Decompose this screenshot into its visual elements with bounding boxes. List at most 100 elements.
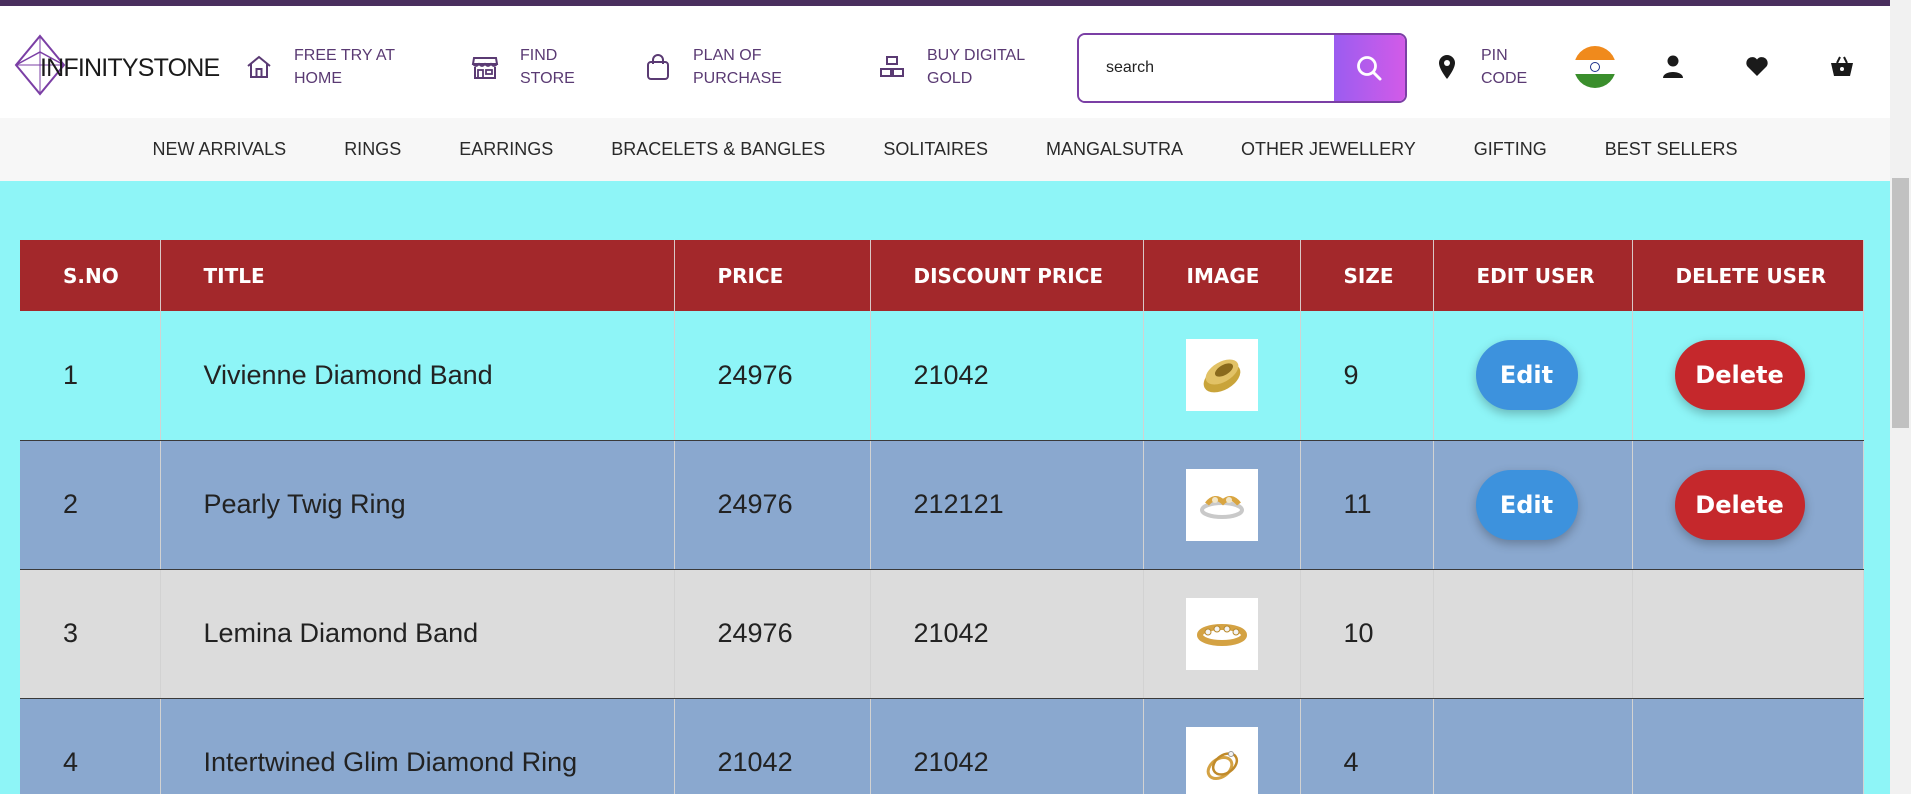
nav-new-arrivals[interactable]: NEW ARRIVALS [152,139,286,160]
table-header-row: S.NO TITLE PRICE DISCOUNT PRICE IMAGE SI… [20,240,1864,311]
find-store-link[interactable]: FIND STORE [470,44,575,90]
account-button[interactable] [1660,53,1686,84]
table-row: 3 Lemina Diamond Band 24976 21042 10 [20,569,1864,699]
store-icon [471,57,499,79]
cell-image [1143,311,1301,441]
cell-edit: Edit [1433,440,1633,570]
search-button[interactable] [1333,35,1405,101]
cell-size: 4 [1300,698,1434,794]
col-price: PRICE [674,240,871,311]
basket-icon [1831,56,1853,76]
cell-discount: 21042 [870,698,1144,794]
pin-line2: CODE [1481,70,1528,87]
table-row: 4 Intertwined Glim Diamond Ring 21042 21… [20,698,1864,794]
cell-price: 24976 [674,311,871,441]
cell-delete: Delete [1632,440,1864,570]
nav-bracelets-bangles[interactable]: BRACELETS & BANGLES [611,139,825,160]
shopping-bag-icon [647,54,669,80]
cell-title: Intertwined Glim Diamond Ring [160,698,675,794]
buy-digital-gold-link[interactable]: BUY DIGITAL GOLD [877,44,1025,90]
heart-icon [1746,57,1768,76]
cell-title: Lemina Diamond Band [160,569,675,699]
product-thumbnail [1185,597,1258,670]
nav-other-jewellery[interactable]: OTHER JEWELLERY [1241,139,1416,160]
cell-delete-empty [1632,569,1864,699]
cell-image [1143,569,1301,699]
pin-code-link[interactable]: PIN CODE [1435,44,1527,90]
cell-edit-empty [1433,569,1633,699]
cell-image [1143,698,1301,794]
product-thumbnail [1185,726,1258,794]
search-input[interactable] [1079,35,1334,101]
nav-gifting[interactable]: GIFTING [1474,139,1547,160]
cell-edit: Edit [1433,311,1633,441]
page-scrollbar[interactable] [1890,0,1911,794]
gold-line1: BUY DIGITAL [927,47,1026,64]
cell-discount: 212121 [870,440,1144,570]
user-icon [1663,55,1683,78]
nav-mangalsutra[interactable]: MANGALSUTRA [1046,139,1183,160]
home-icon [247,55,271,78]
location-pin-icon [1439,55,1455,79]
free-try-line1: FREE TRY AT [294,47,396,64]
cell-sno: 4 [20,698,161,794]
cell-size: 11 [1300,440,1434,570]
india-flag-icon[interactable] [1574,46,1616,88]
cell-discount: 21042 [870,569,1144,699]
table-row: 1 Vivienne Diamond Band 24976 21042 9 Ed… [20,311,1864,441]
free-try-line2: HOME [294,70,342,87]
cell-delete: Delete [1632,311,1864,441]
intertwined-ring-icon [1206,750,1238,780]
edit-button[interactable]: Edit [1475,340,1578,411]
gold-bars-icon [880,56,904,77]
products-table-container: S.NO TITLE PRICE DISCOUNT PRICE IMAGE SI… [20,240,1864,794]
cart-button[interactable] [1829,53,1855,84]
edit-button[interactable]: Edit [1475,469,1578,540]
wishlist-button[interactable] [1744,53,1770,84]
cell-image [1143,440,1301,570]
logo-text: INFINITYSTONE [40,54,220,82]
plan-of-purchase-link[interactable]: PLAN OF PURCHASE [643,44,782,90]
gold-line2: GOLD [927,70,973,87]
category-nav: NEW ARRIVALS RINGS EARRINGS BRACELETS & … [0,118,1890,181]
cell-sno: 3 [20,569,161,699]
col-title: TITLE [160,240,675,311]
plan-line2: PURCHASE [693,70,782,87]
product-thumbnail [1185,339,1258,412]
free-try-at-home-link[interactable]: FREE TRY AT HOME [244,44,395,90]
col-delete-user: DELETE USER [1632,240,1864,311]
col-size: SIZE [1300,240,1434,311]
nav-rings[interactable]: RINGS [344,139,401,160]
nav-solitaires[interactable]: SOLITAIRES [883,139,988,160]
col-sno: S.NO [20,240,161,311]
plan-line1: PLAN OF [693,47,762,64]
cell-edit-empty [1433,698,1633,794]
pin-line1: PIN [1481,47,1508,64]
site-header: INFINITYSTONE FREE TRY AT HOME FIND STORE … [0,6,1890,118]
delete-button[interactable]: Delete [1674,340,1805,411]
cell-price: 24976 [674,440,871,570]
gold-band-ring-icon [1203,359,1240,393]
diamond-band-icon [1196,623,1247,646]
delete-button[interactable]: Delete [1674,469,1805,540]
col-image: IMAGE [1143,240,1301,311]
nav-best-sellers[interactable]: BEST SELLERS [1605,139,1738,160]
product-thumbnail [1185,468,1258,541]
find-store-line1: FIND [520,47,558,64]
cell-discount: 21042 [870,311,1144,441]
cell-price: 21042 [674,698,871,794]
cell-title: Pearly Twig Ring [160,440,675,570]
scrollbar-thumb[interactable] [1892,178,1909,428]
find-store-line2: STORE [520,70,575,87]
cell-title: Vivienne Diamond Band [160,311,675,441]
col-discount-price: DISCOUNT PRICE [870,240,1144,311]
search-icon [1357,56,1382,81]
search-box [1077,33,1407,103]
cell-delete-empty [1632,698,1864,794]
nav-earrings[interactable]: EARRINGS [459,139,553,160]
table-row: 2 Pearly Twig Ring 24976 212121 11 Edit … [20,440,1864,570]
cell-sno: 1 [20,311,161,441]
cell-size: 9 [1300,311,1434,441]
site-logo[interactable]: INFINITYSTONE [12,32,220,98]
cell-size: 10 [1300,569,1434,699]
